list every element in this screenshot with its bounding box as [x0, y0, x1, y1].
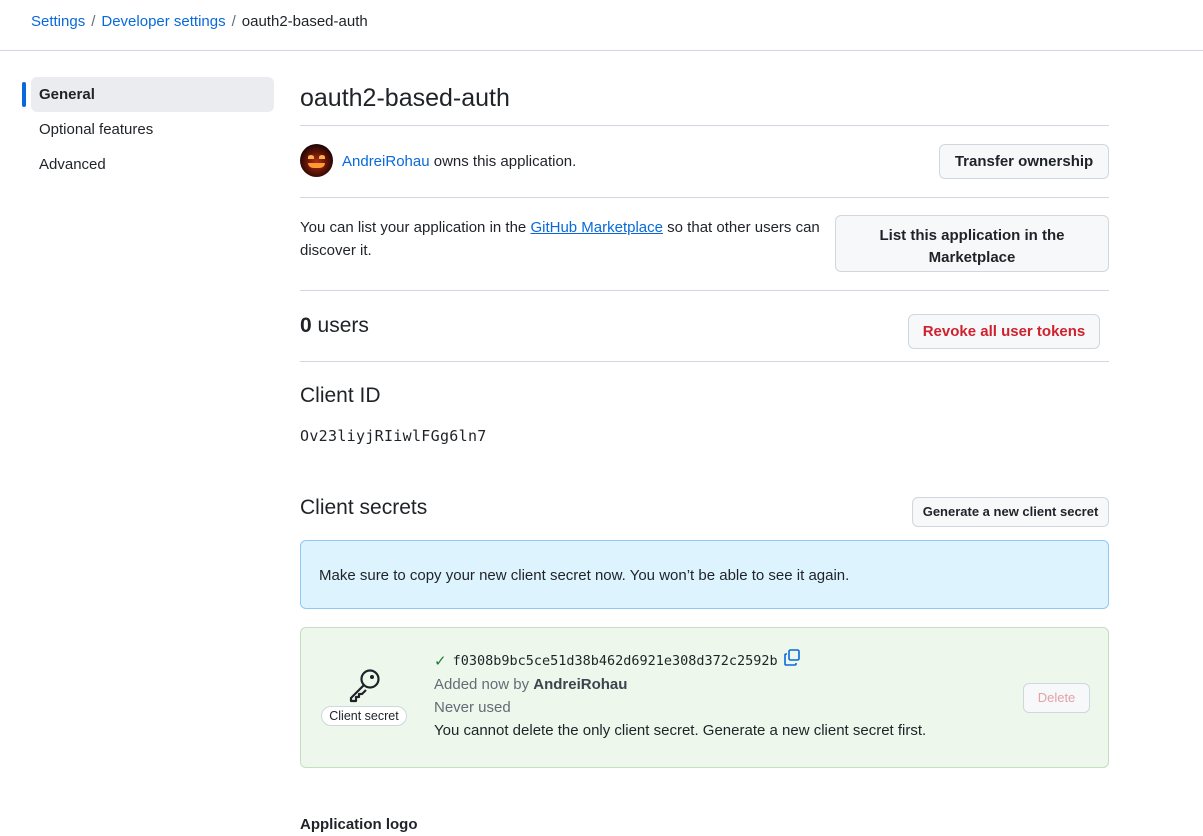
check-icon: ✓ [434, 652, 447, 670]
sidebar-item-optional-features[interactable]: Optional features [22, 112, 274, 147]
secret-hash-row: ✓ f0308b9bc5ce51d38b462d6921e308d372c259… [434, 649, 926, 673]
secret-delete-note: You cannot delete the only client secret… [434, 722, 927, 739]
delete-secret-button[interactable]: Delete [1023, 683, 1090, 713]
owner-link[interactable]: AndreiRohau [342, 153, 430, 170]
github-marketplace-link[interactable]: GitHub Marketplace [530, 219, 663, 236]
secret-added-prefix: Added now by [434, 676, 530, 693]
client-secret-info: ✓ f0308b9bc5ce51d38b462d6921e308d372c259… [434, 649, 926, 742]
client-secret-label: Client secret [321, 706, 407, 726]
breadcrumb-separator: / [231, 13, 236, 30]
breadcrumb-separator: / [91, 13, 96, 30]
sidebar: General Optional features Advanced [22, 77, 274, 182]
list-in-marketplace-label-line2: Marketplace [928, 248, 1016, 266]
flash-message: Make sure to copy your new client secret… [300, 540, 1109, 609]
top-bar: Settings / Developer settings / oauth2-b… [0, 0, 1203, 51]
list-in-marketplace-button[interactable]: List this application in the Marketplace [835, 215, 1109, 272]
breadcrumb-settings-link[interactable]: Settings [31, 13, 85, 30]
owner-text: AndreiRohau owns this application. [342, 153, 576, 170]
marketplace-text-before: You can list your application in the [300, 219, 527, 236]
divider [300, 197, 1109, 198]
users-count: 0 [300, 314, 312, 337]
client-secret-hash: f0308b9bc5ce51d38b462d6921e308d372c2592b [452, 652, 778, 669]
owner-suffix: owns this application. [433, 153, 577, 170]
client-id-value: Ov23liyjRIiwlFGg6ln7 [300, 427, 487, 445]
revoke-all-tokens-button[interactable]: Revoke all user tokens [908, 314, 1100, 349]
breadcrumb-current: oauth2-based-auth [241, 13, 368, 30]
page-title: oauth2-based-auth [300, 84, 510, 112]
users-label: users [317, 314, 369, 337]
users-count-heading: 0 users [300, 314, 369, 338]
avatar-mouth [308, 163, 325, 168]
key-icon [349, 669, 380, 703]
list-in-marketplace-label-line1: List this application in the [879, 226, 1065, 244]
avatar-eyes [308, 155, 325, 160]
client-secret-box: Client secret ✓ f0308b9bc5ce51d38b462d69… [300, 627, 1109, 768]
client-secrets-heading: Client secrets [300, 496, 428, 519]
sidebar-item-advanced[interactable]: Advanced [22, 147, 274, 182]
divider [300, 125, 1109, 126]
secret-usage: Never used [434, 699, 511, 716]
avatar[interactable] [300, 144, 333, 177]
sidebar-item-general[interactable]: General [22, 77, 274, 112]
divider [300, 361, 1109, 362]
client-secret-key-block: Client secret [319, 666, 409, 726]
application-logo-heading: Application logo [300, 816, 418, 833]
generate-client-secret-button[interactable]: Generate a new client secret [912, 497, 1109, 527]
secret-added-by-user: AndreiRohau [533, 676, 628, 693]
copy-icon[interactable] [783, 649, 801, 673]
marketplace-description: You can list your application in the Git… [300, 216, 840, 262]
client-id-heading: Client ID [300, 384, 381, 407]
breadcrumb: Settings / Developer settings / oauth2-b… [31, 13, 368, 30]
breadcrumb-developer-settings-link[interactable]: Developer settings [101, 13, 225, 30]
secret-added-by: Added now by AndreiRohau [434, 673, 926, 696]
divider [300, 290, 1109, 291]
transfer-ownership-button[interactable]: Transfer ownership [939, 144, 1109, 179]
